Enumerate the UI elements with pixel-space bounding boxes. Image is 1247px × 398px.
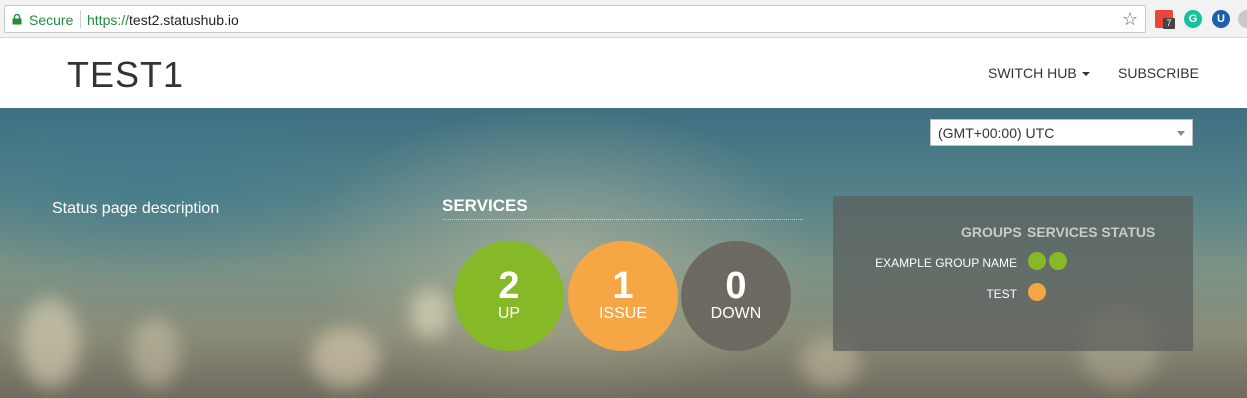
bookmark-star-icon[interactable]: ☆ [1122, 9, 1138, 30]
issue-count-value: 1 [612, 265, 634, 307]
grammarly-extension-icon[interactable]: G [1184, 10, 1202, 28]
calendar-extension-badge: 7 [1163, 18, 1175, 29]
issue-count-label: ISSUE [598, 305, 647, 322]
site-title[interactable]: TEST1 [67, 54, 184, 96]
group-name-test[interactable]: TEST [986, 287, 1017, 301]
subscribe-link[interactable]: SUBSCRIBE [1118, 65, 1199, 81]
url-host: test2.statushub.io [129, 12, 239, 28]
services-heading: SERVICES [442, 196, 528, 215]
status-page-description: Status page description [52, 200, 220, 217]
url-separator [80, 10, 81, 28]
address-bar[interactable]: Secure https://test2.statushub.io ☆ [4, 5, 1146, 33]
lock-icon [12, 14, 22, 25]
url-scheme: https:// [87, 12, 130, 28]
browser-toolbar: Secure https://test2.statushub.io ☆ 7 G … [0, 0, 1247, 38]
u-extension-icon[interactable]: U [1212, 10, 1230, 28]
down-count-value: 0 [725, 265, 747, 307]
site-header: TEST1 SWITCH HUB SUBSCRIBE [0, 38, 1247, 108]
caret-down-icon [1081, 72, 1090, 77]
hero-section: (GMT+00:00) UTC Status page description … [0, 108, 1247, 398]
groups-panel: GROUPS SERVICES STATUS EXAMPLE GROUP NAM… [833, 196, 1193, 351]
up-count-value: 2 [498, 265, 520, 307]
services-up-count: 2 UP [454, 241, 564, 351]
group-name-example[interactable]: EXAMPLE GROUP NAME [875, 256, 1017, 270]
down-count-label: DOWN [710, 305, 762, 322]
timezone-selected-value: (GMT+00:00) UTC [938, 125, 1055, 141]
services-issue-count: 1 ISSUE [568, 241, 678, 351]
grey-extension-icon[interactable] [1238, 10, 1247, 28]
services-down-count: 0 DOWN [681, 241, 791, 351]
secure-label: Secure [29, 12, 74, 28]
switch-hub-dropdown[interactable]: SWITCH HUB [988, 65, 1090, 81]
groups-column-header: GROUPS [961, 224, 1022, 240]
status-dot-up[interactable] [1028, 252, 1046, 270]
background-light [410, 288, 450, 338]
switch-hub-label: SWITCH HUB [988, 65, 1077, 81]
select-arrow-icon [1177, 131, 1185, 136]
services-divider [443, 219, 803, 220]
up-count-label: UP [497, 305, 521, 322]
status-dot-issue[interactable] [1028, 283, 1046, 301]
background-light [20, 298, 80, 388]
url-text[interactable]: https://test2.statushub.io [87, 12, 239, 28]
timezone-select[interactable]: (GMT+00:00) UTC [930, 119, 1193, 146]
services-status-column-header: SERVICES STATUS [1027, 224, 1156, 240]
background-light [310, 328, 380, 388]
background-light [130, 318, 180, 388]
status-dot-up[interactable] [1049, 252, 1067, 270]
